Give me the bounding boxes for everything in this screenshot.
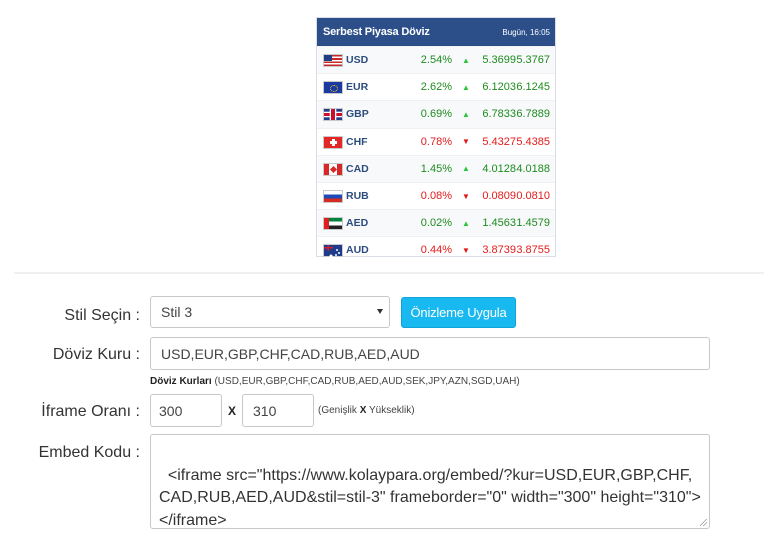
buy-price: 5.3699 <box>482 54 516 67</box>
change-percent: 0.69% <box>420 108 452 121</box>
change-percent: 2.62% <box>420 81 452 94</box>
change-percent: 2.54% <box>420 54 452 67</box>
style-select[interactable]: Stil 3 <box>150 296 390 328</box>
sell-price: 5.3767 <box>516 54 550 67</box>
triangle-down-icon: ▼ <box>462 245 470 255</box>
resize-handle-icon[interactable] <box>700 519 707 526</box>
triangle-up-icon: ▲ <box>462 82 470 92</box>
preview-panel: Serbest Piyasa Döviz Bugün, 16:05 USD 2.5… <box>14 0 764 274</box>
currency-row: GBP 0.69% ▲ 6.7833 6.7889 <box>317 100 555 128</box>
sell-price: 0.0810 <box>516 190 550 203</box>
currency-code: CAD <box>346 162 369 175</box>
width-input[interactable]: 300 <box>150 394 222 427</box>
widget-title: Serbest Piyasa Döviz <box>323 26 430 38</box>
preview-apply-button[interactable]: Önizleme Uygula <box>401 297 516 328</box>
ratio-hint-pre: (Genişlik <box>318 405 360 416</box>
change-percent: 0.78% <box>420 135 452 148</box>
currency-input[interactable]: USD,EUR,GBP,CHF,CAD,RUB,AED,AUD <box>150 337 710 370</box>
ratio-hint: (Genişlik X Yükseklik) <box>318 405 415 416</box>
currency-row: EUR 2.62% ▲ 6.1203 6.1245 <box>317 73 555 100</box>
currency-row: RUB 0.08% ▼ 0.0809 0.0810 <box>317 181 555 209</box>
buy-price: 3.8739 <box>482 244 516 257</box>
currency-code: AED <box>346 217 369 230</box>
sell-price: 6.1245 <box>516 81 550 94</box>
ca-flag-icon <box>323 162 343 176</box>
currency-code: USD <box>346 54 369 67</box>
currency-code: GBP <box>346 108 369 121</box>
buy-price: 0.0809 <box>482 190 516 203</box>
widget-time: Bugün, 16:05 <box>502 27 550 37</box>
uk-flag-icon <box>323 108 343 122</box>
triangle-down-icon: ▼ <box>462 137 470 147</box>
ratio-label: İframe Oranı : <box>41 403 140 420</box>
ch-flag-icon <box>323 135 343 149</box>
currency-label: Döviz Kuru : <box>52 346 140 363</box>
buy-price: 6.7833 <box>482 108 516 121</box>
currency-hint: Döviz Kurları (USD,EUR,GBP,CHF,CAD,RUB,A… <box>150 376 520 387</box>
currency-widget: Serbest Piyasa Döviz Bugün, 16:05 USD 2.5… <box>316 17 556 258</box>
currency-rows: USD 2.54% ▲ 5.3699 5.3767 EUR 2.62% ▲ 6.1203 6.12… <box>317 46 555 264</box>
currency-code: RUB <box>346 190 369 203</box>
change-percent: 0.08% <box>420 190 452 203</box>
ae-flag-icon <box>323 217 343 231</box>
currency-hint-list: (USD,EUR,GBP,CHF,CAD,RUB,AED,AUD,SEK,JPY… <box>211 376 520 387</box>
sell-price: 3.8755 <box>516 244 550 257</box>
currency-hint-title: Döviz Kurları <box>150 376 212 387</box>
currency-code: EUR <box>346 81 369 94</box>
change-percent: 0.44% <box>420 244 452 257</box>
embed-label: Embed Kodu : <box>38 444 140 461</box>
currency-code: AUD <box>346 244 369 257</box>
widget-header: Serbest Piyasa Döviz Bugün, 16:05 <box>317 18 555 46</box>
buy-price: 4.0128 <box>482 162 516 175</box>
height-input[interactable]: 310 <box>242 394 314 427</box>
triangle-up-icon: ▲ <box>462 218 470 228</box>
eu-flag-icon <box>323 81 343 95</box>
sell-price: 5.4385 <box>516 135 550 148</box>
currency-row: AED 0.02% ▲ 1.4563 1.4579 <box>317 209 555 237</box>
ratio-hint-post: Yükseklik) <box>366 405 415 416</box>
style-select-value: Stil 3 <box>161 304 193 320</box>
triangle-up-icon: ▲ <box>462 164 470 174</box>
currency-code: CHF <box>346 135 368 148</box>
triangle-down-icon: ▼ <box>462 191 470 201</box>
us-flag-icon <box>323 54 343 67</box>
ru-flag-icon <box>323 189 343 203</box>
change-percent: 1.45% <box>420 162 452 175</box>
embed-code-textarea[interactable]: <iframe src="https://www.kolaypara.org/e… <box>150 434 710 529</box>
sell-price: 6.7889 <box>516 108 550 121</box>
au-flag-icon <box>323 244 343 258</box>
sell-price: 1.4579 <box>516 217 550 230</box>
triangle-up-icon: ▲ <box>462 55 470 65</box>
buy-price: 6.1203 <box>482 81 516 94</box>
style-label: Stil Seçin : <box>64 307 140 324</box>
change-percent: 0.02% <box>420 217 452 230</box>
caret-down-icon <box>377 309 383 314</box>
dimension-separator: X <box>228 404 237 418</box>
currency-row: AUD 0.44% ▼ 3.8739 3.8755 <box>317 236 555 263</box>
currency-row: CHF 0.78% ▼ 5.4327 5.4385 <box>317 127 555 155</box>
currency-row: CAD 1.45% ▲ 4.0128 4.0188 <box>317 154 555 182</box>
embed-code-text: <iframe src="https://www.kolaypara.org/e… <box>159 466 701 529</box>
buy-price: 1.4563 <box>482 217 516 230</box>
currency-row: USD 2.54% ▲ 5.3699 5.3767 <box>317 46 555 74</box>
sell-price: 4.0188 <box>516 162 550 175</box>
triangle-up-icon: ▲ <box>462 109 470 119</box>
buy-price: 5.4327 <box>482 135 516 148</box>
